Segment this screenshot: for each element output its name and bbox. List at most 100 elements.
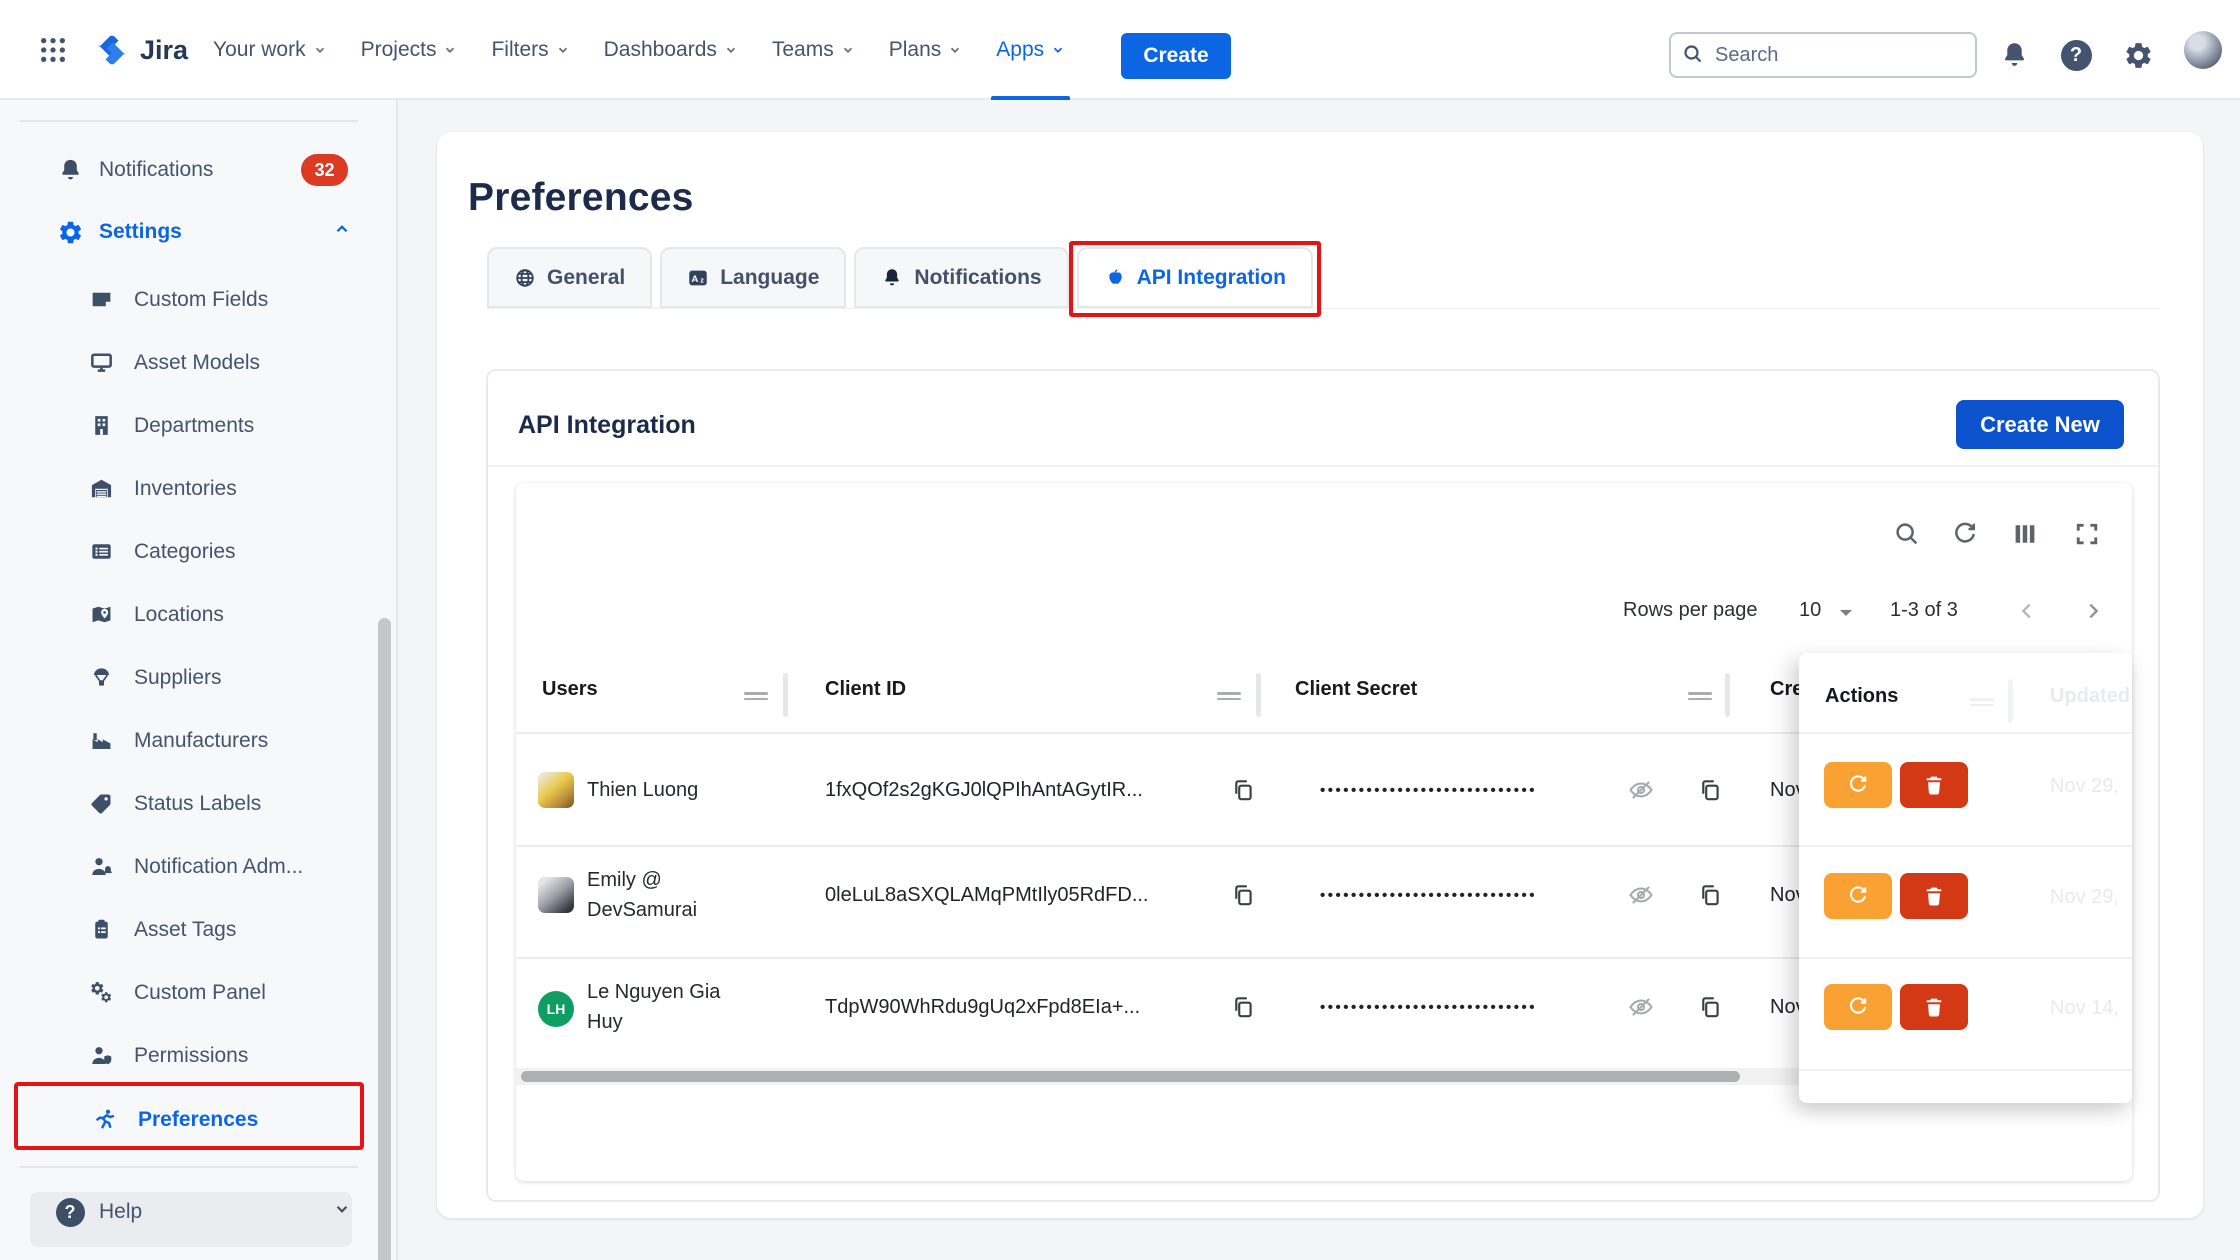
trash-icon xyxy=(1922,884,1946,908)
sidebar-item-notifications[interactable]: Notifications 32 xyxy=(0,139,398,201)
tab-language[interactable]: Az Language xyxy=(660,247,846,308)
regenerate-key-button[interactable] xyxy=(1824,762,1892,808)
building-icon xyxy=(88,413,114,438)
menu-apps[interactable]: Apps xyxy=(979,0,1082,100)
sidebar-item-custom-fields[interactable]: Custom Fields xyxy=(0,268,398,331)
help-icon[interactable]: ? xyxy=(2059,38,2093,72)
section-title: API Integration xyxy=(518,411,696,440)
settings-gear-icon[interactable] xyxy=(2121,38,2155,72)
sidebar-item-departments[interactable]: Departments xyxy=(0,394,398,457)
chevron-down-icon xyxy=(443,43,457,57)
column-drag-handle[interactable] xyxy=(1217,689,1241,701)
copy-icon[interactable] xyxy=(1228,880,1258,910)
user-avatar[interactable] xyxy=(2184,31,2222,69)
create-new-button[interactable]: Create New xyxy=(1956,400,2124,449)
delete-key-button[interactable] xyxy=(1900,762,1968,808)
page-title: Preferences xyxy=(468,176,694,220)
panel-row-border xyxy=(1799,957,2132,959)
column-drag-handle[interactable] xyxy=(1688,689,1712,701)
eye-off-icon[interactable] xyxy=(1626,775,1656,805)
jira-mark-icon xyxy=(92,30,132,70)
sidebar-item-label: Preferences xyxy=(138,1108,258,1132)
warehouse-icon xyxy=(88,476,114,501)
svg-text:A: A xyxy=(692,274,699,285)
menu-teams[interactable]: Teams xyxy=(755,0,872,100)
delete-key-button[interactable] xyxy=(1900,984,1968,1030)
col-header-client-id: Client ID xyxy=(825,678,906,701)
copy-icon[interactable] xyxy=(1228,775,1258,805)
chevron-left-icon[interactable] xyxy=(2016,600,2038,622)
person-shield-icon xyxy=(88,1043,114,1068)
sidebar-item-label: Settings xyxy=(99,220,182,244)
sidebar-item-suppliers[interactable]: Suppliers xyxy=(0,646,398,709)
chevron-down-icon xyxy=(724,43,738,57)
column-drag-handle[interactable] xyxy=(744,689,768,701)
delete-key-button[interactable] xyxy=(1900,873,1968,919)
dropdown-caret-icon[interactable] xyxy=(1838,607,1854,619)
sidebar-item-asset-tags[interactable]: Asset Tags xyxy=(0,898,398,961)
sidebar-item-locations[interactable]: Locations xyxy=(0,583,398,646)
apple-icon xyxy=(1104,267,1126,289)
sidebar-item-asset-models[interactable]: Asset Models xyxy=(0,331,398,394)
col-header-updated-faded: Updated xyxy=(2050,685,2130,708)
copy-icon[interactable] xyxy=(1228,992,1258,1022)
menu-projects[interactable]: Projects xyxy=(344,0,475,100)
gears-icon xyxy=(88,980,114,1005)
copy-icon[interactable] xyxy=(1695,775,1725,805)
regenerate-key-button[interactable] xyxy=(1824,873,1892,919)
table-refresh-icon[interactable] xyxy=(1948,517,1982,551)
tab-notifications[interactable]: Notifications xyxy=(854,247,1068,308)
api-keys-table: Rows per page 10 1-3 of 3 Users Client I… xyxy=(516,483,2132,1181)
search-icon xyxy=(1681,42,1705,66)
eye-off-icon[interactable] xyxy=(1626,880,1656,910)
table-fullscreen-icon[interactable] xyxy=(2070,517,2104,551)
menu-your-work[interactable]: Your work xyxy=(196,0,344,100)
user-name: Emily @ DevSamurai xyxy=(587,865,739,925)
updated-value-faded: Nov 14, xyxy=(2050,997,2119,1020)
rows-per-page-label: Rows per page xyxy=(1623,599,1758,622)
create-button[interactable]: Create xyxy=(1121,33,1231,79)
client-secret-mask: •••••••••••••••••••••••••••• xyxy=(1320,887,1537,904)
sidebar-item-preferences[interactable]: Preferences xyxy=(0,1088,398,1151)
sidebar-item-permissions[interactable]: Permissions xyxy=(0,1024,398,1087)
copy-icon[interactable] xyxy=(1695,880,1725,910)
search-input[interactable] xyxy=(1669,32,1977,78)
sidebar-item-categories[interactable]: Categories xyxy=(0,520,398,583)
sidebar-item-manufacturers[interactable]: Manufacturers xyxy=(0,709,398,772)
person-bell-icon xyxy=(88,854,114,879)
sidebar-item-settings[interactable]: Settings xyxy=(0,201,398,263)
sidebar-item-label: Help xyxy=(99,1200,142,1224)
regenerate-key-button[interactable] xyxy=(1824,984,1892,1030)
jira-logo[interactable]: Jira xyxy=(92,0,188,100)
eye-off-icon[interactable] xyxy=(1626,992,1656,1022)
table-search-icon[interactable] xyxy=(1890,517,1924,551)
sidebar-divider-bottom xyxy=(20,1166,358,1168)
menu-plans[interactable]: Plans xyxy=(872,0,980,100)
sidebar-item-notification-admin[interactable]: Notification Adm... xyxy=(0,835,398,898)
updated-value-faded: Nov 29, xyxy=(2050,775,2119,798)
menu-filters[interactable]: Filters xyxy=(474,0,586,100)
runner-icon xyxy=(92,1107,118,1133)
tab-general[interactable]: General xyxy=(487,247,652,308)
sidebar-item-inventories[interactable]: Inventories xyxy=(0,457,398,520)
chevron-right-icon[interactable] xyxy=(2082,600,2104,622)
svg-text:z: z xyxy=(700,275,704,284)
parachute-icon xyxy=(88,665,114,690)
table-columns-icon[interactable] xyxy=(2008,517,2042,551)
notifications-bell-icon[interactable] xyxy=(1997,38,2031,72)
menu-dashboards[interactable]: Dashboards xyxy=(587,0,755,100)
tab-api-integration[interactable]: API Integration xyxy=(1077,247,1313,308)
app-grid-icon[interactable] xyxy=(36,33,70,67)
avatar xyxy=(538,772,574,808)
help-circle-icon: ? xyxy=(55,1198,85,1227)
horizontal-scrollbar[interactable] xyxy=(521,1071,1740,1082)
sidebar-item-help[interactable]: ? Help xyxy=(0,1181,398,1243)
client-secret-mask: •••••••••••••••••••••••••••• xyxy=(1320,999,1537,1016)
sidebar-item-status-labels[interactable]: Status Labels xyxy=(0,772,398,835)
rows-per-page-select[interactable]: 10 xyxy=(1799,599,1821,622)
col-header-client-secret: Client Secret xyxy=(1295,678,1417,701)
sidebar-item-custom-panel[interactable]: Custom Panel xyxy=(0,961,398,1024)
sidebar-scrollbar[interactable] xyxy=(378,618,391,1260)
monitor-icon xyxy=(88,350,114,375)
copy-icon[interactable] xyxy=(1695,992,1725,1022)
